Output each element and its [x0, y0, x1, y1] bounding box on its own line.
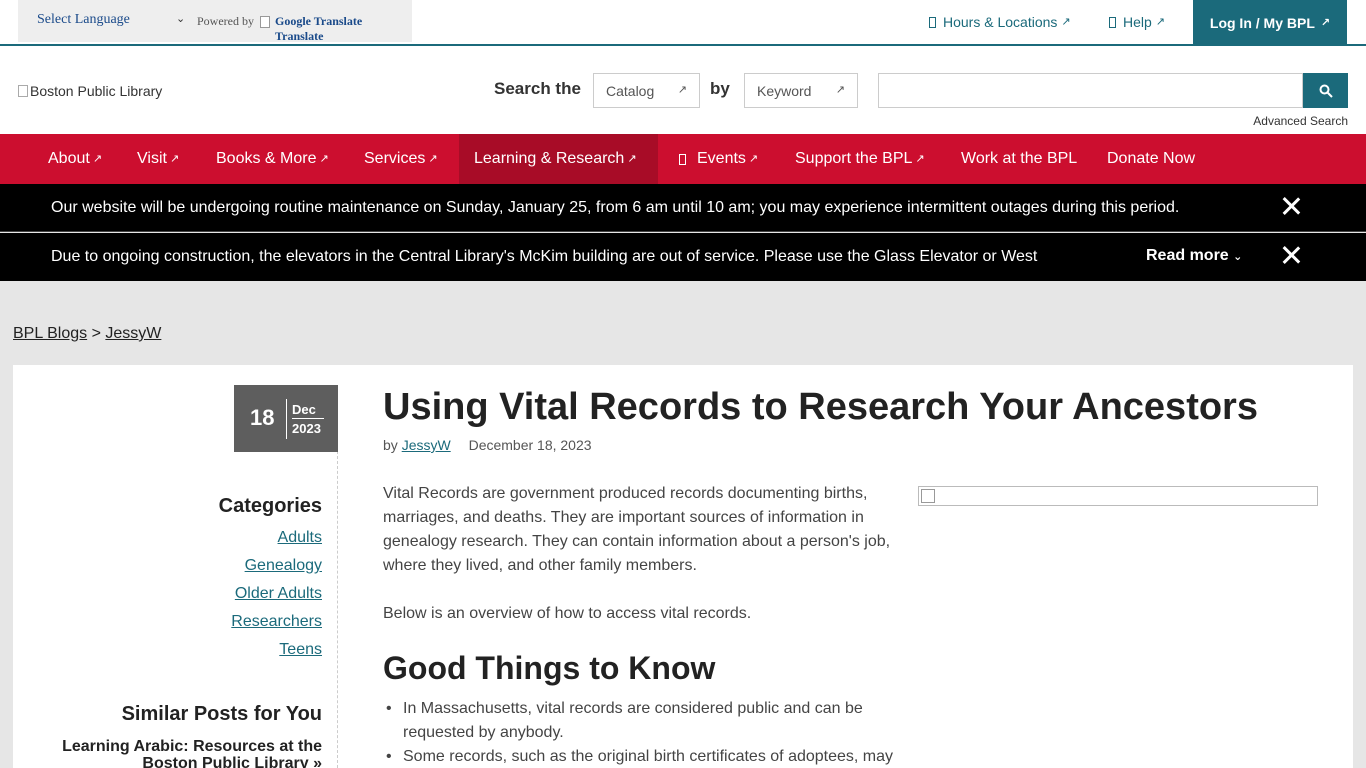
chevron-down-icon[interactable]: ⌄ [176, 12, 185, 25]
google-translate-link[interactable]: Google Translate Translate [275, 14, 412, 44]
external-link-icon: ↗ [1061, 15, 1071, 28]
external-link-icon: ↗ [835, 84, 845, 96]
date-month: Dec [292, 402, 316, 417]
date-divider [286, 399, 287, 439]
nav-visit[interactable]: Visit ↗ [137, 134, 179, 184]
breadcrumb-blogs[interactable]: BPL Blogs [13, 325, 87, 342]
post-image [918, 486, 1318, 506]
external-link-icon: ↗ [915, 152, 925, 165]
alert-message: Due to ongoing construction, the elevato… [51, 248, 1038, 265]
nav-books-more[interactable]: Books & More ↗ [216, 134, 329, 184]
similar-posts-heading: Similar Posts for You [121, 703, 322, 725]
catalog-select[interactable]: Catalog ↗ [593, 73, 700, 108]
sidebar-divider [337, 451, 338, 768]
nav-services[interactable]: Services ↗ [364, 134, 438, 184]
google-logo-icon [260, 16, 270, 28]
category-link-older-adults[interactable]: Older Adults [235, 585, 322, 603]
login-button[interactable]: Log In / My BPL ↗ [1193, 0, 1347, 46]
site-header: Boston Public Library Search the Catalog… [0, 46, 1366, 134]
powered-by-text: Powered by [197, 14, 254, 28]
hours-locations-link[interactable]: Hours & Locations ↗ [929, 14, 1071, 30]
search-the-label: Search the [494, 79, 581, 98]
broken-image-icon [18, 85, 28, 97]
language-select[interactable]: Select Language [37, 12, 130, 28]
search-icon [1319, 84, 1333, 98]
utility-bar: Select Language ⌄ Powered by Google Tran… [0, 0, 1366, 46]
close-icon[interactable] [1282, 246, 1300, 264]
nav-support-bpl[interactable]: Support the BPL ↗ [795, 134, 925, 184]
alert-banner: Due to ongoing construction, the elevato… [0, 233, 1366, 281]
nav-donate-now[interactable]: Donate Now [1107, 134, 1195, 184]
post-paragraph: Vital Records are government produced re… [383, 485, 891, 574]
post-date-badge: 18 Dec 2023 [234, 385, 338, 452]
post-paragraph: Below is an overview of how to access vi… [383, 605, 752, 622]
breadcrumb: BPL Blogs > JessyW [13, 325, 161, 343]
alert-message: Our website will be undergoing routine m… [51, 199, 1180, 216]
post-date: December 18, 2023 [468, 437, 592, 453]
list-item: Some records, such as the original birth… [383, 745, 903, 768]
category-link-adults[interactable]: Adults [278, 529, 322, 547]
alert-banner: Our website will be undergoing routine m… [0, 184, 1366, 232]
category-link-genealogy[interactable]: Genealogy [245, 557, 322, 575]
calendar-icon [679, 153, 686, 165]
external-link-icon: ↗ [428, 152, 438, 165]
list-item: In Massachusetts, vital records are cons… [383, 697, 903, 745]
external-link-icon: ↗ [1155, 15, 1166, 28]
close-icon[interactable] [1282, 197, 1300, 215]
external-link-icon: ↗ [677, 84, 687, 96]
keyword-select[interactable]: Keyword ↗ [744, 73, 858, 108]
external-link-icon: ↗ [627, 152, 637, 165]
categories-heading: Categories [218, 495, 322, 517]
bullet-list: In Massachusetts, vital records are cons… [383, 697, 903, 768]
date-day: 18 [250, 405, 275, 430]
help-icon [1109, 16, 1116, 28]
category-link-teens[interactable]: Teens [279, 641, 322, 659]
author-link[interactable]: JessyW [402, 437, 451, 453]
section-heading: Good Things to Know [383, 650, 716, 686]
post-byline: by JessyW December 18, 2023 [383, 437, 592, 453]
location-icon [929, 16, 936, 28]
read-more-button[interactable]: Read more ⌄ [1146, 247, 1242, 265]
date-year: 2023 [292, 421, 321, 436]
search-input[interactable] [878, 73, 1303, 108]
similar-post-link[interactable]: Learning Arabic: Resources at the Boston… [22, 738, 322, 768]
nav-about[interactable]: About ↗ [48, 134, 102, 184]
external-link-icon: ↗ [319, 152, 329, 165]
date-rule [292, 418, 324, 419]
double-chevron-right-icon: » [313, 755, 322, 768]
help-link[interactable]: Help ↗ [1109, 14, 1165, 30]
main-navigation: About ↗ Visit ↗ Books & More ↗ Services ↗ Le… [0, 134, 1366, 184]
breadcrumb-separator: > [91, 325, 101, 342]
breadcrumb-author[interactable]: JessyW [105, 325, 161, 342]
external-link-icon: ↗ [169, 152, 180, 165]
library-logo[interactable]: Boston Public Library [18, 83, 162, 99]
external-link-icon: ↗ [92, 152, 103, 165]
broken-image-icon [921, 489, 935, 503]
search-button[interactable] [1303, 73, 1348, 108]
google-translate-widget: Select Language ⌄ Powered by Google Tran… [18, 0, 412, 44]
nav-learning-research[interactable]: Learning & Research ↗ [459, 134, 658, 184]
advanced-search-link[interactable]: Advanced Search [1253, 114, 1348, 128]
external-link-icon: ↗ [748, 152, 759, 165]
external-link-icon: ↗ [1320, 16, 1331, 29]
nav-events[interactable]: Events ↗ [679, 134, 758, 184]
category-link-researchers[interactable]: Researchers [231, 613, 322, 631]
nav-work-at-bpl[interactable]: Work at the BPL [961, 134, 1077, 184]
chevron-down-icon: ⌄ [1233, 251, 1243, 263]
post-title: Using Vital Records to Research Your Anc… [383, 386, 1258, 428]
by-label: by [710, 79, 730, 98]
